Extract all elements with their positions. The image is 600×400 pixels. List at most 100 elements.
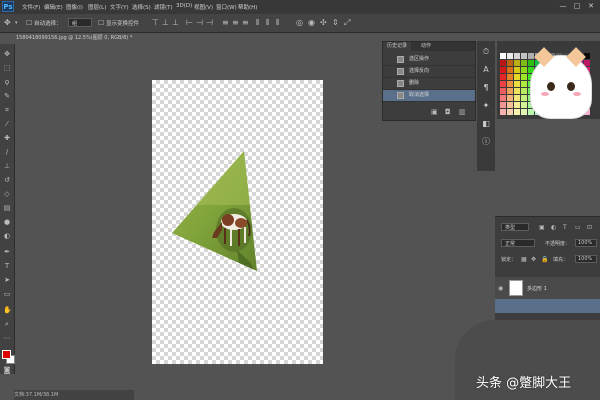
color-swatch[interactable] — [507, 81, 513, 87]
marquee-tool-icon[interactable]: ⬚ — [3, 64, 11, 72]
color-swatch[interactable] — [507, 95, 513, 101]
color-swatch[interactable] — [521, 53, 527, 59]
checkbox-auto-select[interactable]: ☐ — [26, 19, 32, 27]
distribute-icon[interactable]: ≡ — [222, 19, 229, 27]
pen-tool-icon[interactable]: ✒ — [3, 248, 11, 256]
history-item[interactable]: 删除 — [383, 78, 475, 90]
layer-kind-filter[interactable]: 类型 — [501, 223, 529, 231]
color-swatch[interactable] — [500, 81, 506, 87]
quick-select-tool-icon[interactable]: ✎ — [3, 92, 11, 100]
color-swatch[interactable] — [521, 95, 527, 101]
history-panel-icon[interactable]: ⏱ — [481, 47, 491, 57]
layer-row[interactable]: ◉ 多边形 1 — [495, 277, 600, 299]
align-vcenter-icon[interactable]: ⊥ — [162, 19, 169, 27]
menu-3d[interactable]: 3D(D) — [176, 3, 192, 9]
healing-tool-icon[interactable]: ✚ — [3, 134, 11, 142]
checkbox-show-transform[interactable]: ☐ — [98, 19, 104, 27]
opacity-field[interactable]: 100% — [575, 239, 597, 247]
align-bottom-icon[interactable]: ⊥ — [172, 19, 179, 27]
crop-tool-icon[interactable]: ⌗ — [3, 106, 11, 114]
more-tools-icon[interactable]: ⋯ — [3, 334, 11, 342]
auto-select-dropdown[interactable]: 组 — [68, 18, 92, 27]
distribute-icon[interactable]: ⫴ — [266, 19, 269, 27]
adjust-panel-icon[interactable]: ◧ — [481, 119, 491, 129]
distribute-icon[interactable]: ⫴ — [256, 19, 259, 27]
color-swatch[interactable] — [514, 74, 520, 80]
color-swatch[interactable] — [521, 102, 527, 108]
trash-icon[interactable]: ▥ — [459, 108, 466, 116]
document-tab[interactable]: 1580418099156.jpg @ 12.5%(图层 0, RGB/8) * — [14, 33, 136, 44]
color-swatch[interactable] — [500, 109, 506, 115]
menu-window[interactable]: 窗口(W) — [216, 3, 237, 11]
eraser-tool-icon[interactable]: ◇ — [3, 190, 11, 198]
filter-pixel-icon[interactable]: ▣ — [539, 224, 545, 232]
color-swatch[interactable] — [514, 67, 520, 73]
color-swatch[interactable] — [528, 53, 534, 59]
3d-mode-icon[interactable]: ⤢ — [344, 19, 350, 27]
color-swatch[interactable] — [507, 53, 513, 59]
eyedropper-tool-icon[interactable]: ⁄ — [3, 120, 11, 128]
3d-mode-icon[interactable]: ⇕ — [332, 19, 339, 27]
color-swatch[interactable] — [514, 60, 520, 66]
menu-edit[interactable]: 编辑(E) — [44, 3, 63, 11]
zoom-tool-icon[interactable]: ⌕ — [3, 320, 11, 328]
align-top-icon[interactable]: ⊤ — [152, 19, 159, 27]
distribute-icon[interactable]: ⫴ — [276, 19, 279, 27]
hand-tool-icon[interactable]: ✋ — [3, 306, 12, 314]
paragraph-panel-icon[interactable]: ¶ — [481, 83, 491, 93]
move-tool-icon[interactable]: ✥ — [4, 19, 11, 27]
3d-mode-icon[interactable]: ◎ — [296, 19, 303, 27]
brush-tool-icon[interactable]: ∕ — [3, 148, 11, 156]
path-select-icon[interactable]: ➤ — [3, 276, 11, 284]
shape-tool-icon[interactable]: ▭ — [3, 290, 11, 298]
color-swatch[interactable] — [500, 60, 506, 66]
lock-pixels-icon[interactable]: ▦ — [521, 256, 527, 264]
distribute-icon[interactable]: ≡ — [232, 19, 239, 27]
color-swatch[interactable] — [507, 67, 513, 73]
lasso-tool-icon[interactable]: ϙ — [3, 78, 11, 86]
menu-select[interactable]: 选择(S) — [132, 3, 151, 11]
filter-smart-icon[interactable]: ⊡ — [587, 224, 592, 232]
history-item[interactable]: 选区操作 — [383, 54, 475, 66]
menu-help[interactable]: 帮助(H) — [238, 3, 257, 11]
snapshot-icon[interactable]: ▣ — [431, 108, 438, 116]
info-panel-icon[interactable]: ⓘ — [481, 137, 491, 147]
blur-tool-icon[interactable]: ● — [3, 218, 11, 226]
color-swatch[interactable] — [528, 60, 534, 66]
3d-mode-icon[interactable]: ✣ — [320, 19, 327, 27]
filter-shape-icon[interactable]: ▭ — [575, 224, 581, 232]
distribute-icon[interactable]: ≡ — [242, 19, 249, 27]
tab-history[interactable]: 历史记录 — [383, 42, 412, 51]
color-swatch[interactable] — [500, 102, 506, 108]
history-item-selected[interactable]: 取消选择 — [383, 90, 475, 102]
lock-all-icon[interactable]: 🔒 — [541, 256, 548, 264]
move-tool-icon[interactable]: ✥ — [3, 50, 11, 58]
color-swatch[interactable] — [500, 53, 506, 59]
dodge-tool-icon[interactable]: ◐ — [3, 232, 11, 240]
lock-position-icon[interactable]: ✥ — [531, 256, 536, 264]
color-swatch[interactable] — [500, 67, 506, 73]
color-swatch[interactable] — [521, 74, 527, 80]
brush-panel-icon[interactable]: ✦ — [481, 101, 491, 111]
color-swatch[interactable] — [500, 88, 506, 94]
close-button[interactable]: ✕ — [586, 2, 596, 11]
align-right-icon[interactable]: ⊣ — [206, 19, 213, 27]
tab-actions[interactable]: 动作 — [417, 42, 435, 51]
stamp-tool-icon[interactable]: ⊥ — [3, 162, 11, 170]
color-swatch[interactable] — [507, 102, 513, 108]
menu-file[interactable]: 文件(F) — [22, 3, 40, 11]
color-swatch[interactable] — [507, 88, 513, 94]
menu-view[interactable]: 视图(V) — [194, 3, 213, 11]
history-brush-icon[interactable]: ↺ — [3, 176, 11, 184]
color-swatch[interactable] — [507, 60, 513, 66]
filter-type-icon[interactable]: T — [563, 224, 567, 232]
menu-filter[interactable]: 滤镜(T) — [154, 3, 173, 11]
align-hcenter-icon[interactable]: ⊣ — [196, 19, 203, 27]
color-swatch[interactable] — [521, 67, 527, 73]
color-swatch[interactable] — [514, 53, 520, 59]
color-swatch[interactable] — [514, 102, 520, 108]
blend-mode-dropdown[interactable]: 正常 — [501, 239, 535, 247]
color-swatch[interactable] — [507, 74, 513, 80]
align-left-icon[interactable]: ⊢ — [186, 19, 193, 27]
color-swatch[interactable] — [500, 95, 506, 101]
